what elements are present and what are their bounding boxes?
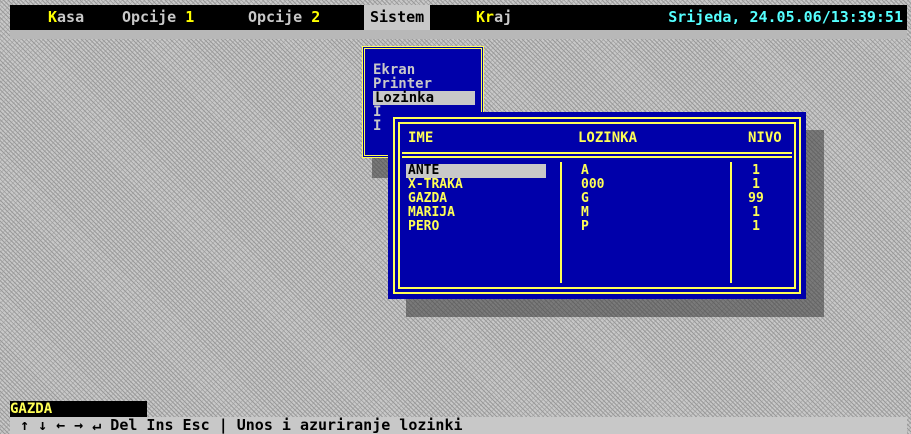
column-divider-2 <box>730 162 732 283</box>
row-ime: GAZDA <box>408 191 448 206</box>
menu-kraj-hotkey: K <box>476 8 486 26</box>
menu-opcije-2-label: Opcije <box>248 8 312 26</box>
row-ime: ANTE <box>406 164 546 178</box>
submenu-item-ekran[interactable]: Ekran <box>373 63 415 77</box>
row-ime: X-TRAKA <box>408 177 463 192</box>
menu-kasa-label: asa <box>57 8 85 26</box>
row-ime: PERO <box>408 219 440 234</box>
submenu-item-5[interactable]: I <box>373 119 381 133</box>
menu-opcije-1[interactable]: Opcije 1 <box>122 5 194 30</box>
submenu-item-4[interactable]: I <box>373 105 381 119</box>
column-header-ime: IME <box>408 130 434 146</box>
menu-opcije-1-number: 1 <box>185 8 195 26</box>
menu-opcije-2-number: 2 <box>311 8 321 26</box>
menu-sistem[interactable]: Sistem <box>364 5 431 30</box>
row-nivo: 1 <box>752 177 760 192</box>
row-ime: MARIJA <box>408 205 455 220</box>
menu-sistem-label: Sistem <box>370 8 425 26</box>
header-separator <box>402 152 792 154</box>
submenu-item-printer[interactable]: Printer <box>373 77 432 91</box>
row-lozinka: A <box>581 163 589 178</box>
help-separator: | <box>218 416 228 434</box>
row-nivo: 1 <box>752 219 760 234</box>
password-window-shadow <box>406 299 824 317</box>
datetime-display: Srijeda, 24.05.06/13:39:51 <box>668 8 903 26</box>
menu-opcije-1-label: Opcije <box>122 8 186 26</box>
password-window: IME LOZINKA NIVO ANTE A 1 X-TRAKA 000 1 … <box>388 112 806 299</box>
header-separator-2 <box>402 156 792 158</box>
row-lozinka: P <box>581 219 589 234</box>
menu-kraj[interactable]: Kraj <box>476 5 512 30</box>
current-user-status: GAZDA <box>10 401 147 417</box>
menu-bar-underline <box>10 30 907 39</box>
row-lozinka: M <box>581 205 589 220</box>
password-window-shadow-side <box>806 130 824 299</box>
row-lozinka: G <box>581 191 589 206</box>
help-keys: ↑ ↓ ← → ↵ Del Ins Esc <box>20 416 210 434</box>
row-nivo: 1 <box>752 205 760 220</box>
menu-opcije-2[interactable]: Opcije 2 <box>248 5 320 30</box>
row-nivo: 1 <box>752 163 760 178</box>
submenu-item-5-label: I <box>373 118 382 134</box>
column-header-nivo: NIVO <box>748 130 782 146</box>
menu-kasa[interactable]: Kasa <box>48 5 84 30</box>
submenu-item-lozinka[interactable]: Lozinka <box>373 91 475 105</box>
submenu-item-lozinka-label: Lozinka <box>375 90 435 106</box>
column-header-lozinka: LOZINKA <box>578 130 638 146</box>
menu-kraj-label: aj <box>494 8 513 26</box>
column-divider-1 <box>560 162 562 283</box>
row-lozinka: 000 <box>581 177 605 192</box>
help-bar: ↑ ↓ ← → ↵ Del Ins Esc | Unos i azuriranj… <box>10 417 907 434</box>
menu-kraj-hotkey-2: r <box>485 8 495 26</box>
menu-bar: Kasa Opcije 1 Opcije 2 Sistem Kraj Srije… <box>10 5 907 30</box>
menu-kasa-hotkey: K <box>48 8 58 26</box>
row-nivo: 99 <box>748 191 764 206</box>
help-description: Unos i azuriranje lozinki <box>236 416 463 434</box>
